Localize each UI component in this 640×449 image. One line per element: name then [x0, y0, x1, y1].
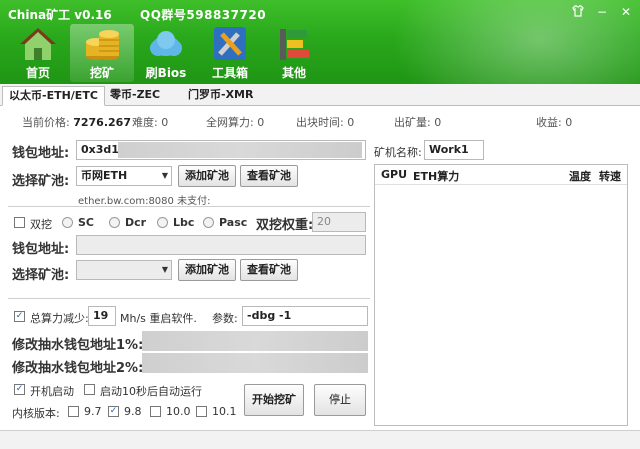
dual-pool-label: 选择矿池: — [12, 268, 70, 283]
blocktime-stat: 出块时间: 0 — [296, 116, 355, 129]
minimize-button[interactable]: − — [594, 4, 610, 20]
pool-selected: 币网ETH — [81, 169, 128, 182]
qq-group: QQ群号598837720 — [140, 8, 267, 22]
price-stat: 当前价格: 7276.267 — [22, 116, 131, 129]
kernel-10-0-label: 10.0 — [166, 405, 191, 418]
miner-name-input[interactable]: Work1 — [424, 140, 484, 160]
radio-pasc-label: Pasc — [219, 216, 248, 229]
auto-start-checkbox[interactable]: ✓ — [14, 384, 25, 395]
dual-label: 双挖 — [30, 218, 52, 231]
chevron-down-icon: ▼ — [161, 171, 168, 180]
nav-home-label: 首页 — [25, 66, 50, 80]
tools-icon — [210, 26, 250, 62]
dual-wallet-label: 钱包地址: — [12, 242, 70, 257]
auto-start-label: 开机启动 — [30, 385, 74, 398]
main-nav: 首页 挖矿 刷Bios 工具箱 其他 — [6, 24, 326, 82]
shirt-icon[interactable] — [570, 4, 586, 20]
tab-eth[interactable]: 以太币-ETH/ETC — [2, 86, 105, 106]
dual-pool-select[interactable]: ▼ — [76, 260, 172, 280]
dual-add-pool-button[interactable]: 添加矿池 — [178, 259, 236, 281]
fee-address-2-redacted — [142, 353, 368, 373]
dual-weight-label: 双挖权重: — [256, 218, 314, 233]
radio-lbc-label: Lbc — [173, 216, 195, 229]
dual-view-pool-button[interactable]: 查看矿池 — [240, 259, 298, 281]
kernel-label: 内核版本: — [12, 407, 60, 420]
pool-info: ether.bw.com:8080 未支付: — [78, 196, 211, 207]
kernel-10-1-checkbox[interactable] — [196, 406, 207, 417]
radio-dcr-label: Dcr — [125, 216, 147, 229]
hashrate-label: 总算力减少: — [30, 312, 89, 325]
kernel-10-1-label: 10.1 — [212, 405, 237, 418]
pool-select[interactable]: 币网ETH ▼ — [76, 166, 172, 186]
income-stat: 收益: 0 — [536, 116, 573, 129]
dual-weight-input[interactable]: 20 — [312, 212, 366, 232]
tab-zec[interactable]: 零币-ZEC — [104, 86, 166, 106]
app-header: China矿工 v0.16 QQ群号598837720 − ✕ 首页 挖矿 刷B… — [0, 0, 640, 84]
nav-mining-label: 挖矿 — [89, 66, 114, 80]
divider — [8, 206, 370, 207]
radio-sc[interactable] — [62, 217, 73, 228]
kernel-9-7-checkbox[interactable] — [68, 406, 79, 417]
radio-dcr[interactable] — [109, 217, 120, 228]
miner-name-label: 矿机名称: — [374, 146, 422, 159]
start-mining-button[interactable]: 开始挖矿 — [244, 384, 304, 416]
fee-address-1-redacted — [142, 331, 368, 351]
hashrate-checkbox[interactable]: ✓ — [14, 311, 25, 322]
fee-label-2: 修改抽水钱包地址2%: — [12, 361, 144, 376]
kernel-9-8-label: 9.8 — [124, 405, 142, 418]
gpu-table: GPU ETH算力 温度 转速 — [374, 164, 628, 426]
nav-mining[interactable]: 挖矿 — [70, 24, 134, 82]
close-button[interactable]: ✕ — [618, 4, 634, 20]
col-temp: 温度 — [569, 170, 591, 183]
nav-other[interactable]: 其他 — [262, 24, 326, 82]
app-title: China矿工 v0.16 — [8, 8, 112, 22]
window-controls: − ✕ — [570, 4, 634, 20]
divider — [8, 298, 370, 299]
wallet-label: 钱包地址: — [12, 146, 70, 161]
radio-sc-label: SC — [78, 216, 94, 229]
nav-bios[interactable]: 刷Bios — [134, 24, 198, 82]
cloud-icon — [146, 26, 186, 62]
params-label: 参数: — [212, 312, 238, 325]
bars-icon — [274, 26, 314, 62]
nav-home[interactable]: 首页 — [6, 24, 70, 82]
nav-other-label: 其他 — [281, 66, 306, 80]
status-bar — [0, 430, 640, 449]
radio-lbc[interactable] — [157, 217, 168, 228]
nav-tools-label: 工具箱 — [211, 66, 248, 80]
fee-label-1: 修改抽水钱包地址1%: — [12, 338, 144, 353]
dual-checkbox[interactable] — [14, 217, 25, 228]
output-stat: 出矿量: 0 — [394, 116, 442, 129]
tab-xmr[interactable]: 门罗币-XMR — [182, 86, 259, 106]
kernel-9-7-label: 9.7 — [84, 405, 102, 418]
pool-label: 选择矿池: — [12, 174, 70, 189]
wallet-redacted — [118, 142, 362, 158]
add-pool-button[interactable]: 添加矿池 — [178, 165, 236, 187]
view-pool-button[interactable]: 查看矿池 — [240, 165, 298, 187]
coin-tabs: 以太币-ETH/ETC 零币-ZEC 门罗币-XMR — [0, 84, 640, 106]
nav-tools[interactable]: 工具箱 — [198, 24, 262, 82]
coins-icon — [82, 26, 122, 62]
col-fan: 转速 — [599, 170, 621, 183]
kernel-9-8-checkbox[interactable]: ✓ — [108, 406, 119, 417]
auto-run-checkbox[interactable] — [84, 384, 95, 395]
kernel-10-0-checkbox[interactable] — [150, 406, 161, 417]
col-eth-hashrate: ETH算力 — [413, 170, 460, 183]
hashrate-input[interactable]: 19 — [88, 306, 116, 326]
stats-bar: 当前价格: 7276.267 难度: 0 全网算力: 0 出块时间: 0 出矿量… — [0, 114, 640, 130]
chevron-down-icon: ▼ — [161, 265, 168, 274]
gpu-table-header: GPU ETH算力 温度 转速 — [375, 165, 627, 185]
radio-pasc[interactable] — [203, 217, 214, 228]
network-stat: 全网算力: 0 — [206, 116, 265, 129]
nav-bios-label: 刷Bios — [145, 66, 187, 80]
stop-button[interactable]: 停止 — [314, 384, 366, 416]
params-input[interactable]: -dbg -1 — [242, 306, 368, 326]
col-gpu: GPU — [381, 168, 408, 181]
hashrate-unit: Mh/s 重启软件. — [120, 312, 197, 325]
difficulty-stat: 难度: 0 — [132, 116, 169, 129]
auto-run-label: 启动10秒后自动运行 — [100, 385, 202, 398]
home-icon — [18, 26, 58, 62]
dual-wallet-input[interactable] — [76, 235, 366, 255]
